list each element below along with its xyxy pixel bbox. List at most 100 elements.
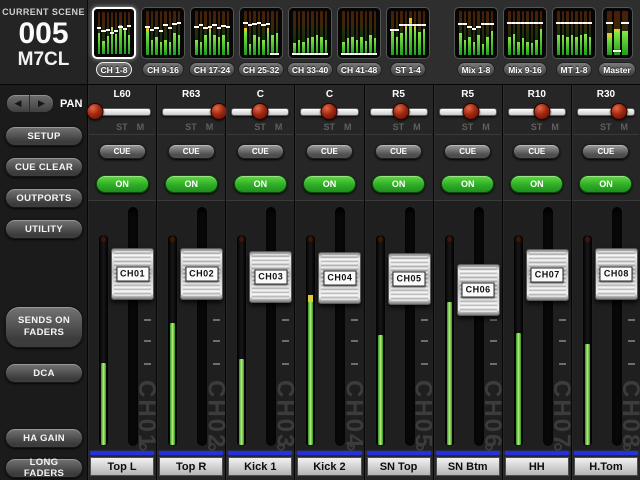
fader-handle[interactable]: CH06 bbox=[457, 264, 500, 316]
fader-scale-tick bbox=[421, 340, 428, 342]
on-button[interactable]: ON bbox=[579, 175, 632, 193]
outports-button[interactable]: OUTPORTS bbox=[5, 188, 83, 208]
fader-channel-label: CH03 bbox=[254, 269, 287, 284]
channel-name[interactable]: Top R bbox=[159, 457, 223, 476]
bank-tab[interactable]: CH 1-8 bbox=[91, 7, 137, 77]
pan-next-button[interactable]: ▶ bbox=[30, 95, 53, 112]
pan-knob[interactable] bbox=[611, 103, 628, 120]
pan-slider[interactable] bbox=[231, 102, 289, 120]
current-scene-panel[interactable]: CURRENT SCENE 005 M7CL bbox=[0, 0, 88, 84]
bank-tab[interactable]: CH 41-48 bbox=[336, 7, 382, 77]
fader-handle[interactable]: CH02 bbox=[180, 248, 223, 300]
fader-track[interactable] bbox=[335, 207, 345, 446]
bank-tab[interactable]: CH 25-32 bbox=[238, 7, 284, 77]
fader-track[interactable] bbox=[197, 207, 207, 446]
bank-tab[interactable]: Mix 9-16 bbox=[502, 7, 548, 77]
bank-tab[interactable]: MT 1-8 bbox=[551, 7, 597, 77]
pan-slider[interactable] bbox=[370, 102, 428, 120]
fader-handle[interactable]: CH05 bbox=[388, 253, 431, 305]
fader-track[interactable] bbox=[128, 207, 138, 446]
fader-track[interactable] bbox=[266, 207, 276, 446]
meter-bar bbox=[262, 11, 265, 55]
meter-bar bbox=[271, 11, 274, 55]
meter-peak-segment bbox=[308, 295, 313, 302]
pan-slider[interactable] bbox=[508, 102, 566, 120]
meter-bar bbox=[311, 11, 314, 55]
on-button[interactable]: ON bbox=[372, 175, 425, 193]
pan-slider[interactable] bbox=[439, 102, 497, 120]
cue-button[interactable]: CUE bbox=[99, 144, 146, 159]
cue-button[interactable]: CUE bbox=[306, 144, 353, 159]
fader-track[interactable] bbox=[474, 207, 484, 446]
cue-button[interactable]: CUE bbox=[582, 144, 629, 159]
on-button[interactable]: ON bbox=[510, 175, 563, 193]
fader-handle[interactable]: CH01 bbox=[111, 248, 154, 300]
fader-handle[interactable]: CH07 bbox=[526, 249, 569, 301]
fader-handle[interactable]: CH08 bbox=[595, 248, 638, 300]
channel-watermark: CH03 bbox=[273, 380, 295, 449]
fader-handle[interactable]: CH03 bbox=[249, 251, 292, 303]
bank-tab[interactable]: Mix 1-8 bbox=[453, 7, 499, 77]
pan-knob[interactable] bbox=[462, 103, 479, 120]
pan-knob[interactable] bbox=[393, 103, 410, 120]
stereo-assign-label: ST bbox=[600, 122, 612, 132]
bank-tab[interactable]: CH 33-40 bbox=[287, 7, 333, 77]
bank-tab[interactable]: Master bbox=[600, 7, 634, 77]
channel-watermark: CH08 bbox=[619, 380, 640, 449]
on-button[interactable]: ON bbox=[234, 175, 287, 193]
pan-knob[interactable] bbox=[321, 103, 338, 120]
channel-name[interactable]: SN Btm bbox=[436, 457, 500, 476]
pan-slider[interactable] bbox=[300, 102, 358, 120]
bank-tab[interactable]: CH 17-24 bbox=[189, 7, 235, 77]
channel-name[interactable]: H.Tom bbox=[574, 457, 638, 476]
cue-clear-button[interactable]: CUE CLEAR bbox=[5, 157, 83, 177]
channel-name[interactable]: Kick 2 bbox=[297, 457, 361, 476]
channel-name[interactable]: Top L bbox=[90, 457, 154, 476]
pan-slider[interactable] bbox=[577, 102, 635, 120]
dca-button[interactable]: DCA bbox=[5, 363, 83, 383]
sends-on-faders-button[interactable]: SENDS ON FADERS bbox=[5, 306, 83, 348]
cue-button[interactable]: CUE bbox=[513, 144, 560, 159]
utility-button[interactable]: UTILITY bbox=[5, 219, 83, 239]
on-button[interactable]: ON bbox=[441, 175, 494, 193]
pan-value: R30 bbox=[572, 89, 640, 102]
on-button[interactable]: ON bbox=[165, 175, 218, 193]
pan-knob[interactable] bbox=[251, 103, 268, 120]
cue-button[interactable]: CUE bbox=[168, 144, 215, 159]
channel-name[interactable]: Kick 1 bbox=[228, 457, 292, 476]
channel-color-bar bbox=[367, 451, 431, 455]
pan-knob[interactable] bbox=[86, 103, 103, 120]
ha-gain-button[interactable]: HA GAIN bbox=[5, 428, 83, 448]
pan-slider[interactable] bbox=[93, 102, 151, 120]
bank-tab[interactable]: CH 9-16 bbox=[140, 7, 186, 77]
meter-bar bbox=[209, 11, 212, 55]
on-button[interactable]: ON bbox=[96, 175, 149, 193]
pan-slider[interactable] bbox=[162, 102, 220, 120]
bank-tab-label: MT 1-8 bbox=[556, 62, 593, 77]
pan-knob[interactable] bbox=[534, 103, 551, 120]
setup-button[interactable]: SETUP bbox=[5, 126, 83, 146]
pan-prev-button[interactable]: ◀ bbox=[7, 95, 30, 112]
meter-bar bbox=[473, 11, 476, 55]
cue-row: CUE bbox=[157, 135, 225, 167]
meter-bar bbox=[531, 11, 534, 55]
meter-bar bbox=[320, 11, 323, 55]
fader-handle[interactable]: CH04 bbox=[318, 252, 361, 304]
channel-name[interactable]: HH bbox=[505, 457, 569, 476]
stereo-assign-label: ST bbox=[531, 122, 543, 132]
fader-area: CH03 CH03 bbox=[226, 200, 294, 450]
cue-button[interactable]: CUE bbox=[375, 144, 422, 159]
meter-bar bbox=[178, 11, 181, 55]
fader-track[interactable] bbox=[405, 207, 415, 446]
on-row: ON bbox=[434, 167, 502, 200]
fader-scale-tick bbox=[559, 319, 566, 321]
cue-button[interactable]: CUE bbox=[237, 144, 284, 159]
channel-name[interactable]: SN Top bbox=[367, 457, 431, 476]
fader-track[interactable] bbox=[543, 207, 553, 446]
on-button[interactable]: ON bbox=[303, 175, 356, 193]
bank-tab[interactable]: ST 1-4 bbox=[385, 7, 431, 77]
fader-track[interactable] bbox=[612, 207, 622, 446]
pan-knob[interactable] bbox=[210, 103, 227, 120]
cue-button[interactable]: CUE bbox=[444, 144, 491, 159]
long-faders-button[interactable]: LONG FADERS bbox=[5, 458, 83, 478]
